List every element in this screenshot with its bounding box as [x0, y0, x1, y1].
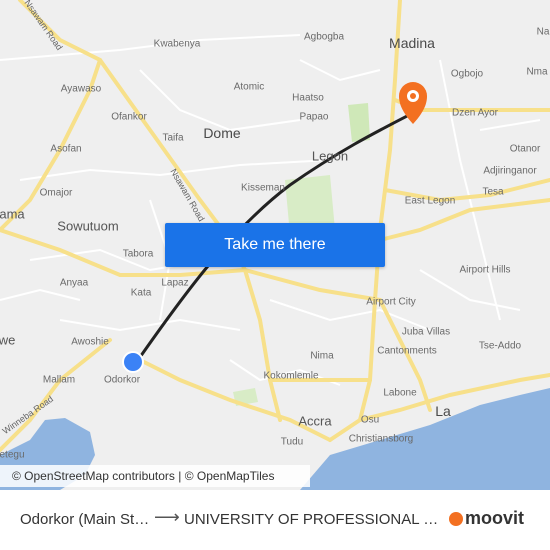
origin-name: Odorkor (Main Station) — [20, 511, 150, 528]
moovit-logo[interactable]: moovit — [449, 508, 524, 529]
place-label: Tse-Addo — [478, 340, 522, 352]
place-label: Tesa — [482, 186, 504, 198]
place-label: Sowutuom — [57, 218, 119, 234]
origin-marker[interactable] — [122, 351, 144, 373]
place-label: Odorkor — [103, 374, 141, 386]
place-label: Airport City — [366, 296, 416, 308]
moovit-logo-text: moovit — [465, 508, 525, 528]
place-label: Nima — [310, 350, 334, 362]
place-label: Juba Villas — [401, 326, 451, 338]
place-label: Ofankor — [111, 111, 147, 123]
place-label: Kwabenya — [153, 38, 201, 50]
place-label: Madina — [389, 35, 435, 51]
place-label: La — [435, 403, 451, 419]
trip-footer: Odorkor (Main Station) ⟶ UNIVERSITY OF P… — [0, 490, 550, 550]
place-label: Ayawaso — [60, 83, 102, 95]
place-label: Papao — [299, 111, 329, 123]
take-me-there-button[interactable]: Take me there — [165, 223, 385, 267]
place-label: Dzen Ayor — [452, 107, 498, 119]
moovit-logo-icon — [449, 511, 463, 526]
place-label: Otanor — [509, 143, 541, 155]
place-label: Labone — [383, 387, 417, 399]
place-label: Christiansborg — [348, 433, 414, 445]
place-label: Kisseman — [241, 182, 285, 194]
place-label: Atomic — [233, 81, 265, 93]
place-label: ama — [0, 206, 25, 222]
place-label: Dome — [203, 125, 241, 141]
place-label: Tabora — [122, 248, 154, 260]
arrow-right-icon: ⟶ — [154, 507, 180, 527]
place-label: Legon — [311, 148, 349, 164]
place-label: Lapaz — [161, 277, 189, 289]
place-label: Omajor — [39, 187, 73, 199]
place-label: Kata — [130, 287, 152, 299]
place-label: East Legon — [404, 195, 456, 207]
place-label: Kokomlemle — [263, 370, 319, 382]
place-label: Cantonments — [377, 345, 437, 357]
place-label: Accra — [298, 413, 332, 429]
place-label: Na — [536, 26, 550, 38]
place-label: Tudu — [280, 436, 304, 448]
place-label: Ogbojo — [450, 68, 484, 80]
place-label: Adjiringanor — [483, 165, 537, 177]
place-label: Airport Hills — [459, 264, 511, 276]
place-label: Haatso — [292, 92, 324, 104]
place-label: Anyaa — [59, 277, 89, 289]
place-label: Osu — [360, 414, 380, 426]
place-label: Taifa — [162, 132, 184, 144]
map[interactable]: Kwabenya Agbogba Madina Ayawaso Atomic O… — [0, 0, 550, 490]
map-attribution[interactable]: © OpenStreetMap contributors | © OpenMap… — [0, 465, 310, 487]
place-label: etegu — [0, 449, 25, 461]
destination-name: UNIVERSITY OF PROFESSIONAL STUDIES — [184, 511, 439, 528]
place-label: Mallam — [42, 374, 76, 386]
place-label: Agbogba — [303, 31, 345, 43]
place-label: Nma — [526, 66, 548, 78]
place-label: we — [0, 332, 16, 348]
place-label: Asofan — [50, 143, 82, 155]
place-label: Awoshie — [71, 336, 109, 348]
